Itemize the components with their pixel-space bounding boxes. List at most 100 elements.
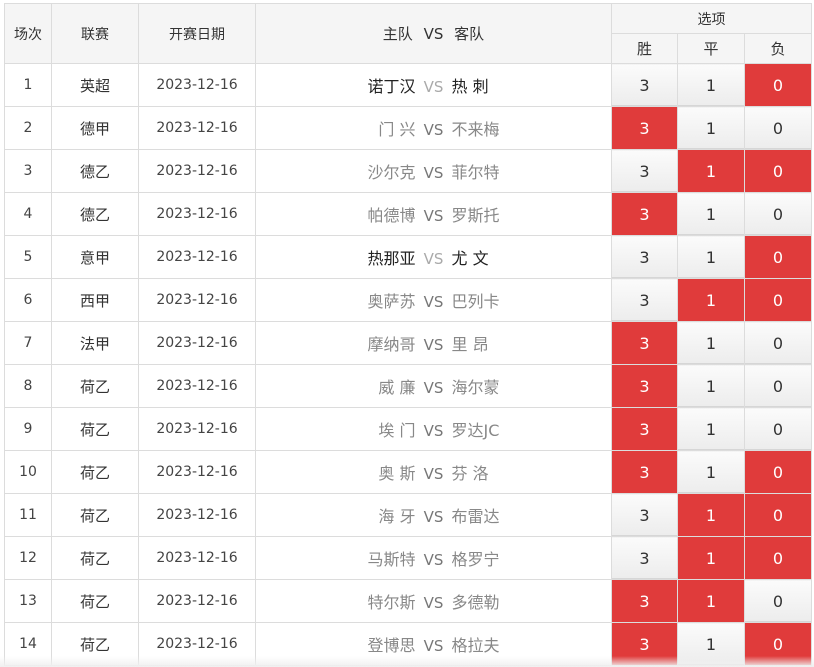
away-team: 热 刺 (451, 77, 489, 96)
vs-label: VS (423, 336, 444, 354)
option-loss-button[interactable]: 0 (743, 364, 813, 408)
row-index: 2 (4, 106, 52, 150)
table-row: 10 荷乙 2023-12-16 奥 斯 VS 芬 洛310 (4, 450, 813, 494)
table-header: 场次 联赛 开赛日期 主队 VS 客队 选项 胜 平 负 (4, 3, 813, 64)
table-row: 6 西甲 2023-12-16 奥萨苏 VS 巴列卡 3 1 0 (4, 278, 813, 322)
away-team: 罗斯托 (451, 206, 500, 225)
row-index: 4 (4, 192, 52, 236)
home-team: 门 兴 (378, 120, 416, 139)
home-team: 沙尔克 (367, 163, 416, 182)
option-draw-button[interactable]: 1 (677, 106, 745, 150)
row-index: 6 (4, 278, 52, 322)
option-win-button[interactable]: 3 (611, 106, 678, 150)
table-row: 4 德乙 2023-12-16 帕德博 VS 罗斯托 3 1 0 (4, 192, 813, 236)
option-loss-button[interactable]: 0 (743, 149, 813, 193)
row-date: 2023-12-16 (138, 278, 256, 322)
option-loss-button[interactable]: 0 (743, 278, 813, 322)
option-loss-button[interactable]: 0 (743, 235, 813, 279)
option-loss-button[interactable]: 0 (743, 450, 813, 494)
option-draw-button[interactable]: 1 (677, 192, 745, 236)
option-draw-button[interactable]: 1 (677, 63, 745, 107)
row-match: 奥 斯 VS 芬 洛 (255, 450, 612, 494)
row-match: 门 兴 VS 不来梅 (255, 106, 612, 150)
row-index: 11 (4, 493, 52, 537)
row-league: 荷乙 (51, 450, 139, 494)
away-team: 多德勒 (451, 593, 500, 612)
row-date: 2023-12-16 (138, 192, 256, 236)
table-row: 13 荷乙 2023-12-16 特尔斯 VS 多德勒 3 1 0 (4, 579, 813, 623)
option-win-button[interactable]: 3 (611, 321, 678, 365)
home-team: 奥 斯 (378, 464, 416, 483)
row-league: 英超 (51, 63, 139, 107)
row-match: 马斯特 VS 格罗宁 (255, 536, 612, 580)
header-date: 开赛日期 (138, 3, 256, 64)
table-row: 7 法甲 2023-12-16 摩纳哥 VS 里 昂 310 (4, 321, 813, 365)
row-index: 13 (4, 579, 52, 623)
option-draw-button[interactable]: 1 (677, 450, 745, 494)
option-draw-button[interactable]: 1 (677, 149, 745, 193)
header-draw: 平 (677, 33, 745, 64)
bottom-fade (0, 656, 814, 667)
option-win-button[interactable]: 3 (611, 536, 678, 580)
option-draw-button[interactable]: 1 (677, 278, 745, 322)
option-draw-button[interactable]: 1 (677, 407, 745, 451)
away-team: 不来梅 (451, 120, 500, 139)
home-team: 摩纳哥 (367, 335, 416, 354)
option-win-button[interactable]: 3 (611, 192, 678, 236)
option-win-button[interactable]: 3 (611, 278, 678, 322)
option-draw-button[interactable]: 1 (677, 235, 745, 279)
option-win-button[interactable]: 3 (611, 493, 678, 537)
home-team: 海 牙 (378, 507, 416, 526)
option-win-button[interactable]: 3 (611, 407, 678, 451)
row-date: 2023-12-16 (138, 235, 256, 279)
table-body: 1 英超 2023-12-16 诺丁汉 VS 热 刺 3 1 0 2 德甲 2023-12-16 门 兴… (4, 63, 813, 666)
row-date: 2023-12-16 (138, 450, 256, 494)
table-row: 1 英超 2023-12-16 诺丁汉 VS 热 刺310 (4, 63, 813, 107)
vs-label: VS (423, 78, 444, 96)
header-match: 主队 VS 客队 (255, 3, 612, 64)
option-win-button[interactable]: 3 (611, 579, 678, 623)
row-league: 德乙 (51, 192, 139, 236)
option-draw-button[interactable]: 1 (677, 364, 745, 408)
row-index: 3 (4, 149, 52, 193)
home-team: 威 廉 (378, 378, 416, 397)
row-match: 特尔斯 VS 多德勒 (255, 579, 612, 623)
row-match: 海 牙 VS 布雷达 (255, 493, 612, 537)
option-win-button[interactable]: 3 (611, 364, 678, 408)
table-row: 9 荷乙 2023-12-16 埃 门 VS 罗达JC 3 1 0 (4, 407, 813, 451)
home-team: 特尔斯 (367, 593, 416, 612)
header-league: 联赛 (51, 3, 139, 64)
option-loss-button[interactable]: 0 (743, 579, 813, 623)
header-away: 客队 (454, 25, 485, 43)
option-win-button[interactable]: 3 (611, 63, 678, 107)
table-row: 11 荷乙 2023-12-16 海 牙 VS 布雷达 3 1 0 (4, 493, 813, 537)
vs-label: VS (423, 465, 444, 483)
option-win-button[interactable]: 3 (611, 235, 678, 279)
option-loss-button[interactable]: 0 (743, 493, 813, 537)
option-draw-button[interactable]: 1 (677, 493, 745, 537)
option-draw-button[interactable]: 1 (677, 321, 745, 365)
row-date: 2023-12-16 (138, 321, 256, 365)
vs-label: VS (423, 250, 444, 268)
option-draw-button[interactable]: 1 (677, 579, 745, 623)
option-loss-button[interactable]: 0 (743, 536, 813, 580)
row-date: 2023-12-16 (138, 106, 256, 150)
table-row: 2 德甲 2023-12-16 门 兴 VS 不来梅 3 1 0 (4, 106, 813, 150)
option-loss-button[interactable]: 0 (743, 321, 813, 365)
option-loss-button[interactable]: 0 (743, 192, 813, 236)
option-loss-button[interactable]: 0 (743, 63, 813, 107)
option-draw-button[interactable]: 1 (677, 536, 745, 580)
row-index: 9 (4, 407, 52, 451)
option-win-button[interactable]: 3 (611, 149, 678, 193)
vs-label: VS (423, 637, 444, 655)
row-date: 2023-12-16 (138, 579, 256, 623)
match-selection-table: 场次 联赛 开赛日期 主队 VS 客队 选项 胜 平 负 1 英超 2023-12-… (4, 3, 813, 666)
option-loss-button[interactable]: 0 (743, 407, 813, 451)
table-row: 5 意甲 2023-12-16 热那亚 VS 尤 文 310 (4, 235, 813, 279)
option-win-button[interactable]: 3 (611, 450, 678, 494)
vs-label: VS (423, 422, 444, 440)
row-league: 法甲 (51, 321, 139, 365)
vs-label: VS (423, 379, 444, 397)
home-team: 热那亚 (367, 249, 416, 268)
option-loss-button[interactable]: 0 (743, 106, 813, 150)
